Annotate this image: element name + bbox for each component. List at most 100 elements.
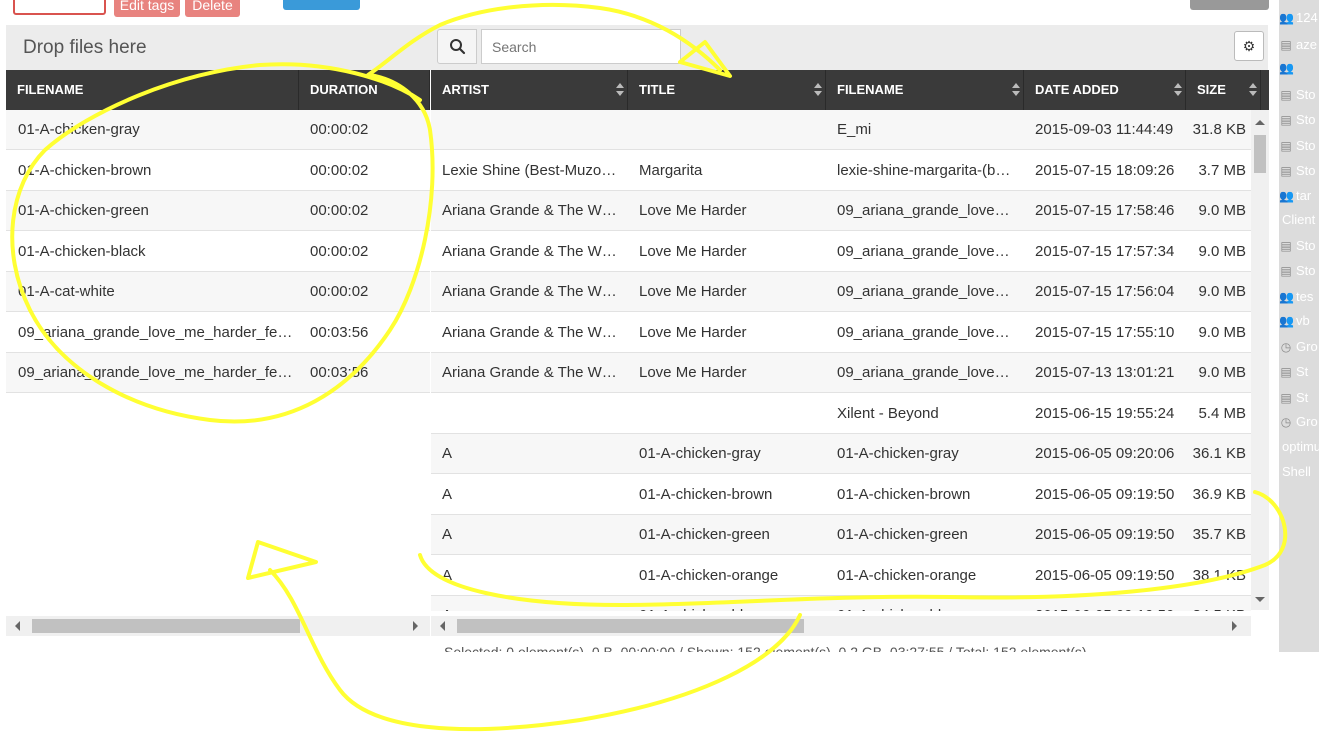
artist-cell: Ariana Grande & The W…: [442, 323, 617, 341]
sidebar-item[interactable]: ▤ Sto: [1279, 136, 1316, 156]
primary-action-button[interactable]: [283, 0, 360, 10]
sidebar-item[interactable]: ▤ Sto: [1279, 110, 1315, 130]
search-icon: [450, 39, 466, 55]
scroll-left-arrow-icon[interactable]: [440, 621, 445, 631]
sidebar-item[interactable]: 👥 tar: [1279, 186, 1311, 206]
table-row[interactable]: 01-A-chicken-gray 00:00:02: [6, 110, 430, 150]
sidebar-item-label: [1293, 60, 1296, 75]
edit-tags-button[interactable]: Edit tags: [114, 0, 180, 17]
sidebar-item[interactable]: 👥 124: [1279, 8, 1318, 28]
table-row[interactable]: Ariana Grande & The W… Love Me Harder 09_a…: [431, 272, 1251, 312]
title-cell: Love Me Harder: [639, 364, 747, 381]
filename-cell: E_mi: [837, 121, 872, 138]
table-row[interactable]: Ariana Grande & The W… Love Me Harder 09_a…: [431, 353, 1251, 393]
table-row[interactable]: 09_ariana_grande_love_me_harder_fe… 00:03…: [6, 353, 430, 393]
sidebar-item[interactable]: 👥: [1279, 58, 1296, 78]
table-row[interactable]: Ariana Grande & The W… Love Me Harder 09_a…: [431, 191, 1251, 231]
settings-button[interactable]: ⚙: [1234, 31, 1264, 61]
table-row[interactable]: Lexie Shine (Best-Muzo… Margarita lexie-sh…: [431, 151, 1251, 191]
filename-cell: 01-A-chicken-black: [18, 242, 146, 260]
table-row[interactable]: 01-A-chicken-brown 00:00:02: [6, 151, 430, 191]
filename-cell: lexie-shine-margarita-(b…: [837, 161, 1011, 179]
title-cell: 01-A-chicken-orange: [639, 566, 779, 584]
scrollbar-thumb[interactable]: [32, 619, 300, 633]
table-row[interactable]: 01-A-cat-white 00:00:02: [6, 272, 430, 312]
sidebar-item[interactable]: ▤ aze: [1279, 35, 1317, 55]
vertical-scrollbar-thumb[interactable]: [1254, 135, 1266, 173]
column-header-artist[interactable]: ARTIST: [431, 70, 628, 110]
sidebar-item-label: Sto: [1296, 263, 1316, 278]
storage-icon: ▤: [1280, 264, 1292, 278]
table-row[interactable]: Xilent - Beyond 2015-06-15 19:55:24 5.4 MB: [431, 394, 1251, 434]
table-row[interactable]: E_mi 2015-09-03 11:44:49 31.8 KB: [431, 110, 1251, 150]
table-row[interactable]: Ariana Grande & The W… Love Me Harder 09_a…: [431, 232, 1251, 272]
table-row[interactable]: A 01-A-chicken-blue 01-A-chicken-blue 2015-…: [431, 596, 1251, 611]
scroll-right-arrow-icon[interactable]: [1232, 621, 1237, 631]
table-row[interactable]: A 01-A-chicken-green 01-A-chicken-green 201…: [431, 515, 1251, 555]
artist-cell: A: [442, 566, 453, 584]
filename-cell: 01-A-chicken-gray: [18, 121, 140, 138]
duration-cell: 00:00:02: [310, 242, 369, 260]
table-row[interactable]: A 01-A-chicken-orange 01-A-chicken-orange 2…: [431, 556, 1251, 596]
size-cell: 3.7 MB: [1198, 161, 1246, 179]
filename-cell: 09_ariana_grande_love_me_harder_fe…: [18, 323, 293, 341]
scrollbar-thumb[interactable]: [457, 619, 804, 633]
table-row[interactable]: A 01-A-chicken-brown 01-A-chicken-brown 201…: [431, 475, 1251, 515]
table-row[interactable]: 01-A-chicken-green 00:00:02: [6, 191, 430, 231]
table-row[interactable]: 01-A-chicken-black 00:00:02: [6, 232, 430, 272]
right-vertical-scrollbar[interactable]: [1251, 110, 1269, 610]
sidebar-item[interactable]: optimu: [1279, 437, 1319, 457]
annotation-arrowhead-bottom: [246, 540, 318, 580]
sidebar-item[interactable]: ▤ Sto: [1279, 85, 1315, 105]
filename-cell: 09_ariana_grande_love_me_harder_fe…: [18, 364, 293, 381]
column-header-filename[interactable]: FILENAME: [6, 70, 299, 110]
table-row[interactable]: Ariana Grande & The W… Love Me Harder 09_a…: [431, 313, 1251, 353]
column-header-duration[interactable]: DURATION: [299, 70, 430, 110]
right-horizontal-scrollbar[interactable]: [431, 616, 1251, 636]
sidebar-item[interactable]: Shell: [1279, 462, 1311, 482]
search-input[interactable]: [481, 29, 681, 64]
secondary-action-button[interactable]: [1190, 0, 1269, 10]
status-bar: Selected: 0 element(s), 0 B, 00:00:00 / …: [444, 644, 1087, 652]
sidebar-item[interactable]: Client: [1279, 210, 1315, 230]
sidebar-item[interactable]: ▤ Sto: [1279, 261, 1316, 281]
sidebar-item[interactable]: ◷ Gro: [1279, 337, 1318, 357]
table-row[interactable]: 09_ariana_grande_love_me_harder_fe… 00:03…: [6, 313, 430, 353]
sidebar-item[interactable]: ▤ Sto: [1279, 236, 1315, 256]
search-button[interactable]: [437, 29, 477, 64]
filename-cell: 01-A-chicken-blue: [837, 596, 1017, 611]
column-header-size[interactable]: SIZE: [1186, 70, 1261, 110]
filename-cell: 09_ariana_grande_love_…: [837, 323, 1017, 341]
duration-cell: 00:00:02: [310, 121, 369, 138]
title-cell: Love Me Harder: [639, 283, 747, 300]
artist-cell: A: [442, 485, 453, 503]
sidebar-item-label: Sto: [1296, 138, 1316, 153]
users-icon: 👥: [1279, 290, 1294, 304]
blank-area: [0, 652, 1319, 746]
column-header-title[interactable]: TITLE: [628, 70, 826, 110]
sidebar-item[interactable]: ▤ Sto: [1279, 161, 1315, 181]
scroll-down-arrow-icon[interactable]: [1255, 597, 1265, 602]
table-row[interactable]: A 01-A-chicken-gray 01-A-chicken-gray 2015-…: [431, 434, 1251, 474]
filename-cell: 01-A-chicken-green: [18, 202, 149, 219]
sidebar-item[interactable]: ▤ St: [1279, 362, 1308, 382]
scroll-up-arrow-icon[interactable]: [1255, 120, 1265, 125]
title-cell: Margarita: [639, 161, 703, 179]
scroll-right-arrow-icon[interactable]: [413, 621, 418, 631]
sidebar-item[interactable]: 👥 tes: [1279, 287, 1313, 307]
filename-cell: 01-A-cat-white: [18, 283, 115, 300]
sidebar-item[interactable]: ◷ Gro: [1279, 412, 1318, 432]
column-header-date-added[interactable]: DATE ADDED: [1024, 70, 1186, 110]
column-header-filename[interactable]: FILENAME: [826, 70, 1024, 110]
storage-icon: ▤: [1280, 139, 1292, 153]
drop-zone[interactable]: Drop files here: [6, 25, 430, 70]
size-cell: 31.8 KB: [1192, 121, 1246, 138]
scroll-left-arrow-icon[interactable]: [15, 621, 20, 631]
left-horizontal-scrollbar[interactable]: [6, 616, 430, 636]
add-files-button[interactable]: [13, 0, 106, 15]
duration-cell: 00:00:02: [310, 202, 369, 219]
delete-button[interactable]: Delete: [185, 0, 240, 17]
sidebar-item-label: Client: [1282, 212, 1316, 227]
sidebar-item[interactable]: ▤ St: [1279, 388, 1308, 408]
sidebar-item[interactable]: 👥 vb: [1279, 311, 1310, 331]
